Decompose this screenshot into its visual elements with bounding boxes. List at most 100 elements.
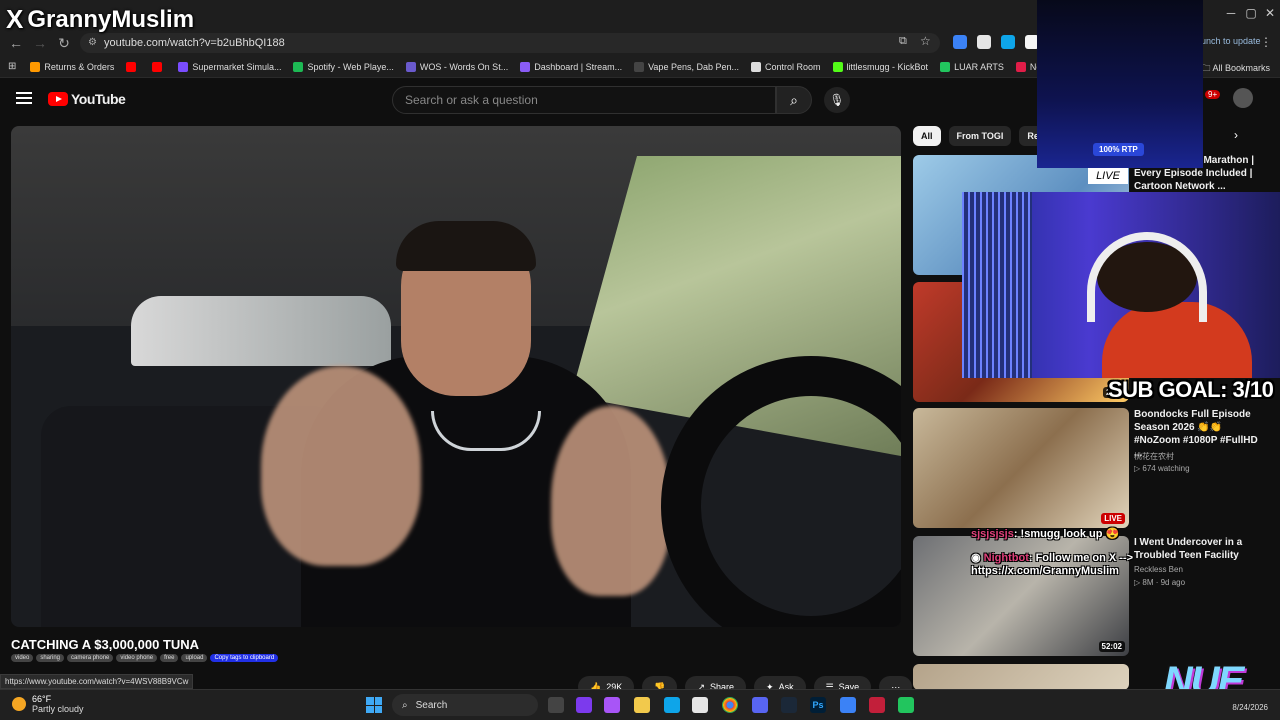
video-tag[interactable]: upload <box>181 654 208 662</box>
bookmark-label: Control Room <box>765 61 821 72</box>
sidebar-thumbnail[interactable] <box>913 664 1129 690</box>
chip-from-channel[interactable]: From TOGI <box>948 126 1012 146</box>
chip-all[interactable]: All <box>913 126 941 146</box>
video-tag[interactable]: free <box>160 654 179 662</box>
video-tag[interactable]: camera phone <box>67 654 114 662</box>
address-bar[interactable]: ⚙ youtube.com/watch?v=b2uBhbQI188 <box>80 33 940 53</box>
video-title: CATCHING A $3,000,000 TUNA <box>11 637 200 652</box>
sidebar-video-stats: 8M · 9d ago <box>1142 578 1186 587</box>
app-icon[interactable] <box>898 697 914 713</box>
extension-icon[interactable] <box>953 35 967 49</box>
bookmark-label: Supermarket Simula... <box>192 61 282 72</box>
bookmark-label: Vape Pens, Dab Pen... <box>648 61 739 72</box>
bookmark-item[interactable]: Control Room <box>751 61 821 72</box>
chrome-icon[interactable] <box>722 697 738 713</box>
spotify-favicon <box>293 61 304 72</box>
bookmark-favicon <box>634 61 645 72</box>
bot-badge-icon: ◉ <box>971 552 984 564</box>
bookmark-item[interactable] <box>126 61 140 72</box>
photoshop-icon[interactable]: Ps <box>810 697 826 713</box>
app-icon[interactable] <box>604 697 620 713</box>
menu-icon[interactable] <box>16 92 32 104</box>
extension-icon[interactable] <box>1001 35 1015 49</box>
bookmark-favicon <box>520 61 531 72</box>
bookmark-item[interactable]: LUAR ARTS <box>940 61 1004 72</box>
bookmark-item[interactable] <box>152 61 166 72</box>
partly-cloudy-icon <box>12 697 26 711</box>
video-tag[interactable]: video <box>11 654 34 662</box>
chat-text: : !smugg look up 😍 <box>1013 528 1120 540</box>
sidebar-video-title[interactable]: I Went Undercover in a Troubled Teen Fac… <box>1134 536 1264 562</box>
all-bookmarks[interactable]: 🗀 All Bookmarks <box>1201 61 1270 77</box>
bookmark-favicon <box>1015 61 1026 72</box>
live-badge: LIVE <box>1101 513 1125 524</box>
chevron-right-icon[interactable]: › <box>1234 128 1238 142</box>
store-icon[interactable] <box>692 697 708 713</box>
sub-goal-overlay: SUB GOAL: 3/10 <box>1108 377 1274 402</box>
bookmark-label: littlesmugg - KickBot <box>846 61 929 72</box>
apps-grid-icon[interactable]: ⊞ <box>8 61 16 72</box>
task-view-icon[interactable] <box>548 697 564 713</box>
related-chips: All From TOGI Rela <box>913 126 1055 146</box>
sidebar-video-channel[interactable]: 桃花在农村 <box>1134 451 1174 462</box>
app-icon[interactable] <box>869 697 885 713</box>
chat-username: Nightbot <box>983 552 1029 564</box>
video-tag[interactable]: sharing <box>36 654 65 662</box>
video-duration: 52:02 <box>1098 641 1125 652</box>
copy-tags-button[interactable]: Copy tags to clipboard <box>210 654 279 662</box>
notification-count-badge[interactable]: 9+ <box>1205 90 1221 99</box>
all-bookmarks-label: All Bookmarks <box>1212 63 1270 73</box>
notepad-icon[interactable] <box>840 697 856 713</box>
taskbar-search-label: Search <box>415 699 448 711</box>
video-player[interactable] <box>11 126 901 627</box>
bookmark-item[interactable]: Dashboard | Stream... <box>520 61 622 72</box>
bookmark-star-icon[interactable]: ☆ <box>920 34 931 48</box>
link-status-url: https://www.youtube.com/watch?v=4WSV88B9… <box>0 674 194 689</box>
chat-message: https://x.com/GrannyMuslim <box>971 565 1119 577</box>
search-button[interactable]: ⌕ <box>776 86 812 114</box>
youtube-logo-text: YouTube <box>71 91 126 107</box>
taskbar-date[interactable]: 8/24/2026 <box>1232 703 1268 712</box>
windows-taskbar: 66°F Partly cloudy ⌕ Search Ps 8/24/2026 <box>0 689 1280 720</box>
live-card: LIVE <box>1088 168 1128 184</box>
taskbar-search[interactable]: ⌕ Search <box>392 694 538 716</box>
chat-text: https://x.com/GrannyMuslim <box>971 565 1119 577</box>
bookmark-favicon <box>405 61 416 72</box>
windows-start-icon[interactable] <box>366 697 382 713</box>
bookmark-item[interactable]: Vape Pens, Dab Pen... <box>634 61 739 72</box>
edge-icon[interactable] <box>664 697 680 713</box>
sidebar-video-channel[interactable]: Reckless Ben <box>1134 565 1183 574</box>
close-icon[interactable]: ✕ <box>1255 6 1280 20</box>
sidebar-video-meta: ▷ 8M · 9d ago <box>1134 578 1185 587</box>
bookmark-item[interactable]: Spotify - Web Playe... <box>293 61 394 72</box>
chat-text: : Follow me on X --> <box>1028 552 1134 564</box>
copilot-icon[interactable] <box>576 697 592 713</box>
site-info-icon[interactable]: ⚙ <box>88 37 97 48</box>
youtube-logo[interactable]: YouTube <box>48 91 126 107</box>
extension-icon[interactable] <box>977 35 991 49</box>
search-icon: ⌕ <box>790 91 798 108</box>
bookmark-item[interactable]: littlesmugg - KickBot <box>832 61 929 72</box>
bookmark-favicon <box>178 61 189 72</box>
youtube-favicon <box>126 61 137 72</box>
file-explorer-icon[interactable] <box>634 697 650 713</box>
relaunch-to-update[interactable]: aunch to update <box>1196 36 1261 46</box>
streamer-name-overlay: X GrannyMuslim <box>6 4 194 35</box>
streamer-name: GrannyMuslim <box>27 5 195 33</box>
sidebar-thumbnail[interactable]: LIVE <box>913 408 1129 528</box>
browser-menu-icon[interactable]: ⋮ <box>1260 35 1272 49</box>
x-logo-icon: X <box>6 4 24 34</box>
bookmark-item[interactable]: WOS - Words On St... <box>405 61 508 72</box>
video-tag[interactable]: video phone <box>116 654 158 662</box>
search-input[interactable]: Search or ask a question <box>392 86 776 114</box>
chat-message: ◉ Nightbot: Follow me on X --> <box>971 551 1133 564</box>
youtube-favicon <box>152 61 163 72</box>
cast-icon[interactable]: ⧉ <box>899 35 907 48</box>
voice-search-button[interactable]: 🎙 <box>824 87 850 113</box>
discord-icon[interactable] <box>752 697 768 713</box>
bookmark-item[interactable]: Returns & Orders <box>30 61 114 72</box>
avatar[interactable] <box>1233 88 1253 108</box>
bookmark-item[interactable]: Supermarket Simula... <box>178 61 282 72</box>
steam-icon[interactable] <box>781 697 797 713</box>
weather-widget[interactable]: 66°F Partly cloudy <box>12 694 84 714</box>
